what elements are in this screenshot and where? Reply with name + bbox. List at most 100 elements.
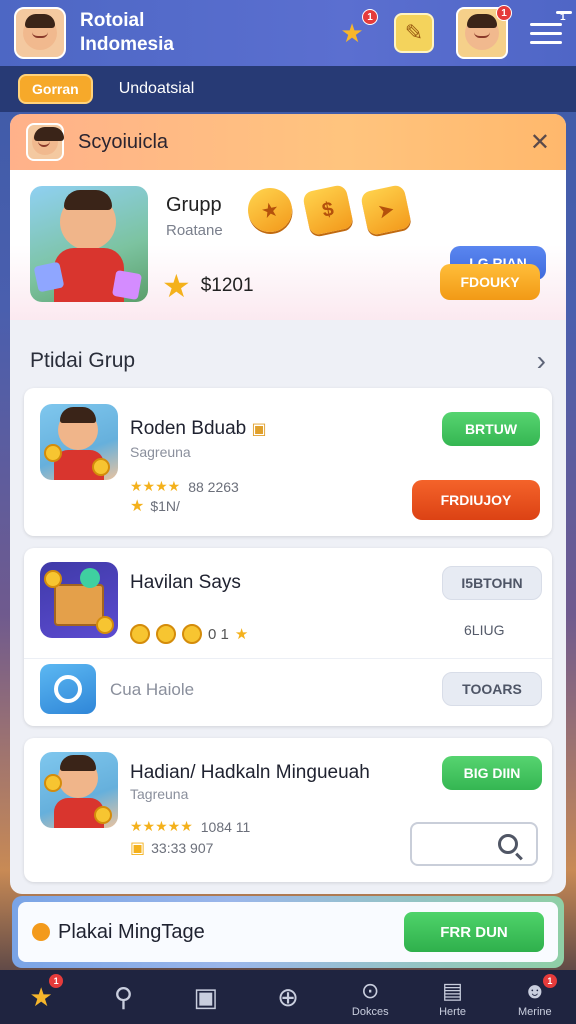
list-card[interactable]: Hadian/ Hadkaln Mingueuah Tagreuna ★★★★★…: [24, 738, 552, 882]
search-icon[interactable]: [498, 834, 518, 854]
kid-head: [58, 755, 98, 798]
hero-image: [30, 186, 148, 302]
group-sub: Roatane: [166, 222, 223, 239]
card-action-button[interactable]: I5BTOHN: [442, 566, 542, 600]
subnav: Gorran Undoatsial: [0, 66, 576, 112]
hero-amount-value: $1201: [200, 275, 254, 296]
profile-badge: 1: [542, 974, 557, 988]
card-title: Hadian/ Hadkaln Mingueuah: [130, 762, 370, 783]
pencil-icon[interactable]: ✎: [394, 13, 434, 53]
gold-coin-icon: $: [301, 183, 355, 237]
rating-text: 1084 11: [200, 818, 251, 835]
kid-head: [58, 407, 98, 450]
coin-icon: [94, 806, 112, 824]
character-badge: 1: [496, 5, 512, 21]
hero-badges: ★ $ ➤: [243, 183, 413, 237]
group-label: Grupp: [166, 194, 222, 216]
coin-icon: [130, 624, 150, 644]
top-actions: ★ 1 ✎ 1 1: [332, 5, 572, 59]
box-icon: ▣: [251, 421, 267, 438]
list-card[interactable]: Roden Bduab ▣ Sagreuna ★★★★ 88 2263 ★ $1N…: [24, 388, 552, 536]
search-icon: ⚲: [113, 982, 133, 1012]
card-action-button[interactable]: BIG DIIN: [442, 756, 542, 790]
card-title: Havilan Says: [130, 572, 241, 593]
coin-icon: [96, 616, 114, 634]
gold-arrow-icon: ➤: [359, 183, 413, 237]
coin-icon: [32, 923, 50, 941]
nav-label: Dokces: [351, 1006, 389, 1018]
promo-banner: Plakai MingTage FRR DUN: [12, 896, 564, 968]
coin-star-icon: ★: [162, 268, 191, 304]
card-subtitle: Tagreuna: [130, 786, 189, 802]
kid-figure: [60, 190, 116, 250]
home-badge: 1: [49, 974, 64, 988]
rating-text: 88 2263: [188, 478, 239, 495]
coin-icon: [182, 624, 202, 644]
app-title-line2: Indomesia: [80, 34, 174, 55]
card-meta: ▣ 33:33 907: [130, 838, 213, 858]
coin-icon: [44, 570, 62, 588]
toy-cube: [33, 261, 65, 293]
chevron-right-icon[interactable]: ›: [537, 345, 546, 377]
nav-item-dokces[interactable]: ⊙ Dokces: [338, 970, 402, 1024]
box-icon: ▣: [130, 840, 146, 857]
nav-item-herte[interactable]: ▤ Herte: [421, 970, 485, 1024]
gold-star-icon: ★: [243, 183, 297, 237]
nav-item-home[interactable]: ★ 1: [9, 970, 73, 1024]
main-panel: Scyoiuicla ✕ Grupp Roatane ★ $ ➤ LG RIAN…: [10, 114, 566, 894]
row-button[interactable]: TOOARS: [442, 672, 542, 706]
card-action-button[interactable]: BRTUW: [442, 412, 540, 446]
box-icon: ▣: [193, 982, 218, 1012]
bottom-nav: ★ 1 ⚲ ▣ ⊕ ⊙ Dokces ▤ Herte ☻ Merine 1: [0, 970, 576, 1024]
ring-icon: [54, 675, 82, 703]
nav-item-merine[interactable]: ☻ Merine 1: [503, 970, 567, 1024]
nav-label: Merine: [518, 1006, 552, 1018]
promo-button[interactable]: FRR DUN: [404, 912, 544, 952]
close-icon[interactable]: ✕: [530, 128, 550, 157]
tab-active[interactable]: Gorran: [18, 74, 93, 104]
list-card[interactable]: Havilan Says 0 1 ★ I5BTOHN 6LIUG Cua Hai…: [24, 548, 552, 726]
hero-amount: ★ $1201: [162, 270, 254, 302]
profile-avatar[interactable]: [14, 7, 66, 59]
hero-title: Scyoiuicla: [78, 130, 169, 153]
card-thumbnail: [40, 404, 118, 480]
card-subtitle: Sagreuna: [130, 444, 191, 460]
card-title: Roden Bduab ▣: [130, 418, 267, 440]
section-header[interactable]: Ptidai Grup ›: [10, 336, 566, 386]
rating: ★★★★★ 1084 11: [130, 818, 251, 835]
card-primary-button[interactable]: FRDIUJOY: [412, 480, 540, 520]
search-input[interactable]: [410, 822, 538, 866]
app-title: Rotoial Indomesia: [80, 9, 174, 57]
card-title-text: Roden Bduab: [130, 418, 247, 439]
plus-icon: ⊕: [277, 982, 299, 1012]
nav-item-box[interactable]: ▣: [174, 970, 238, 1024]
coin-icon: [44, 444, 62, 462]
avatar-face-icon: [23, 14, 57, 50]
tab-undoatsial[interactable]: Undoatsial: [119, 80, 195, 98]
coins-row: 0 1 ★: [130, 624, 248, 644]
app-icon: [40, 664, 96, 714]
divider: [24, 658, 552, 659]
news-icon: ▤: [442, 978, 463, 1003]
toy-cube: [111, 269, 143, 301]
coin-icon: [156, 624, 176, 644]
star-icon[interactable]: ★ 1: [332, 9, 378, 53]
section-title: Ptidai Grup: [30, 349, 136, 372]
character-face-icon: [465, 14, 499, 50]
menu-icon[interactable]: 1: [530, 10, 572, 44]
coin-icon: [92, 458, 110, 476]
card-meta: ★ $1N/: [130, 496, 180, 516]
coins-text: 0 1: [208, 625, 229, 643]
row-label: Cua Haiole: [110, 680, 195, 699]
star-icon: ★: [130, 498, 145, 515]
download-icon: ⊙: [361, 978, 380, 1003]
menu-badge: 1: [556, 10, 572, 23]
coin-icon: [44, 774, 62, 792]
nav-label: Herte: [439, 1006, 466, 1018]
nav-item-plus[interactable]: ⊕: [256, 970, 320, 1024]
nav-item-search[interactable]: ⚲: [91, 970, 155, 1024]
hero-secondary-button[interactable]: FDOUKY: [440, 264, 540, 300]
card-meta-text: 33:33 907: [151, 840, 214, 856]
character-avatar[interactable]: 1: [456, 5, 512, 59]
card-thumbnail: [40, 562, 118, 638]
